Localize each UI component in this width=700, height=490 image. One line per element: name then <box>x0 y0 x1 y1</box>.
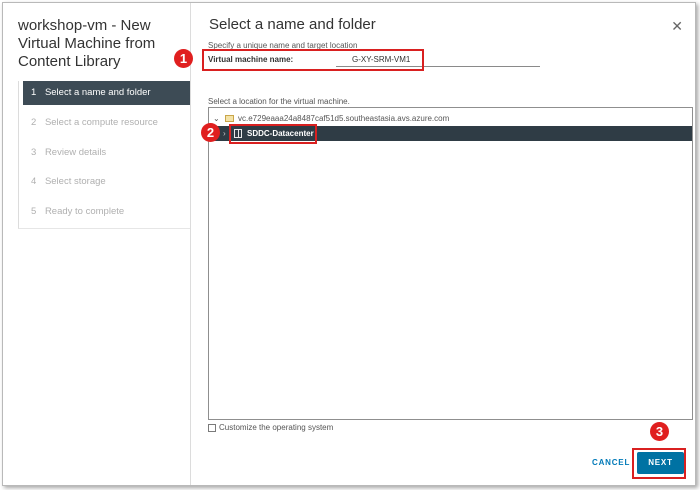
step-number: 4 <box>31 176 37 187</box>
step-label: Ready to complete <box>44 205 125 217</box>
customize-os-label: Customize the operating system <box>219 423 334 432</box>
wizard-step-3: 3 Review details <box>19 140 190 170</box>
highlight-datacenter <box>229 124 317 144</box>
step-number: 1 <box>31 87 37 98</box>
wizard-step-4: 4 Select storage <box>19 169 190 199</box>
step-number: 5 <box>31 205 37 217</box>
page-title: Select a name and folder <box>209 16 376 33</box>
step-label: Review details <box>44 146 107 158</box>
wizard-title: workshop-vm - New Virtual Machine from C… <box>18 17 156 70</box>
highlight-next-button <box>632 448 686 479</box>
wizard-steps: 1 Select a name and folder 2 Select a co… <box>18 81 190 229</box>
annotation-badge-3: 3 <box>650 422 669 441</box>
new-vm-dialog: workshop-vm - New Virtual Machine from C… <box>2 2 696 486</box>
wizard-step-5: 5 Ready to complete <box>19 199 190 229</box>
step-number: 2 <box>31 117 37 128</box>
annotation-badge-2: 2 <box>201 123 220 142</box>
wizard-step-2: 2 Select a compute resource <box>19 110 190 140</box>
vcenter-icon <box>225 115 234 122</box>
cancel-button[interactable]: CANCEL <box>592 458 630 467</box>
location-label: Select a location for the virtual machin… <box>208 97 350 106</box>
step-label: Select a name and folder <box>44 87 151 98</box>
step-label: Select storage <box>44 176 106 187</box>
step-label: Select a compute resource <box>44 117 158 128</box>
customize-os-checkbox[interactable] <box>208 423 216 432</box>
wizard-content: Select a name and folder ✕ Specify a uni… <box>192 3 695 485</box>
wizard-sidebar: workshop-vm - New Virtual Machine from C… <box>3 3 191 485</box>
step-number: 3 <box>31 146 37 158</box>
customize-os-option[interactable]: Customize the operating system <box>208 423 333 432</box>
annotation-badge-1: 1 <box>174 49 193 68</box>
highlight-vm-name <box>202 49 424 71</box>
location-tree[interactable]: ⌄ vc.e729eaaa24a8487caf51d5.southeastasi… <box>208 107 693 420</box>
close-icon[interactable]: ✕ <box>671 18 683 35</box>
chevron-right-icon[interactable]: › <box>223 126 226 141</box>
wizard-step-1[interactable]: 1 Select a name and folder <box>23 81 190 105</box>
